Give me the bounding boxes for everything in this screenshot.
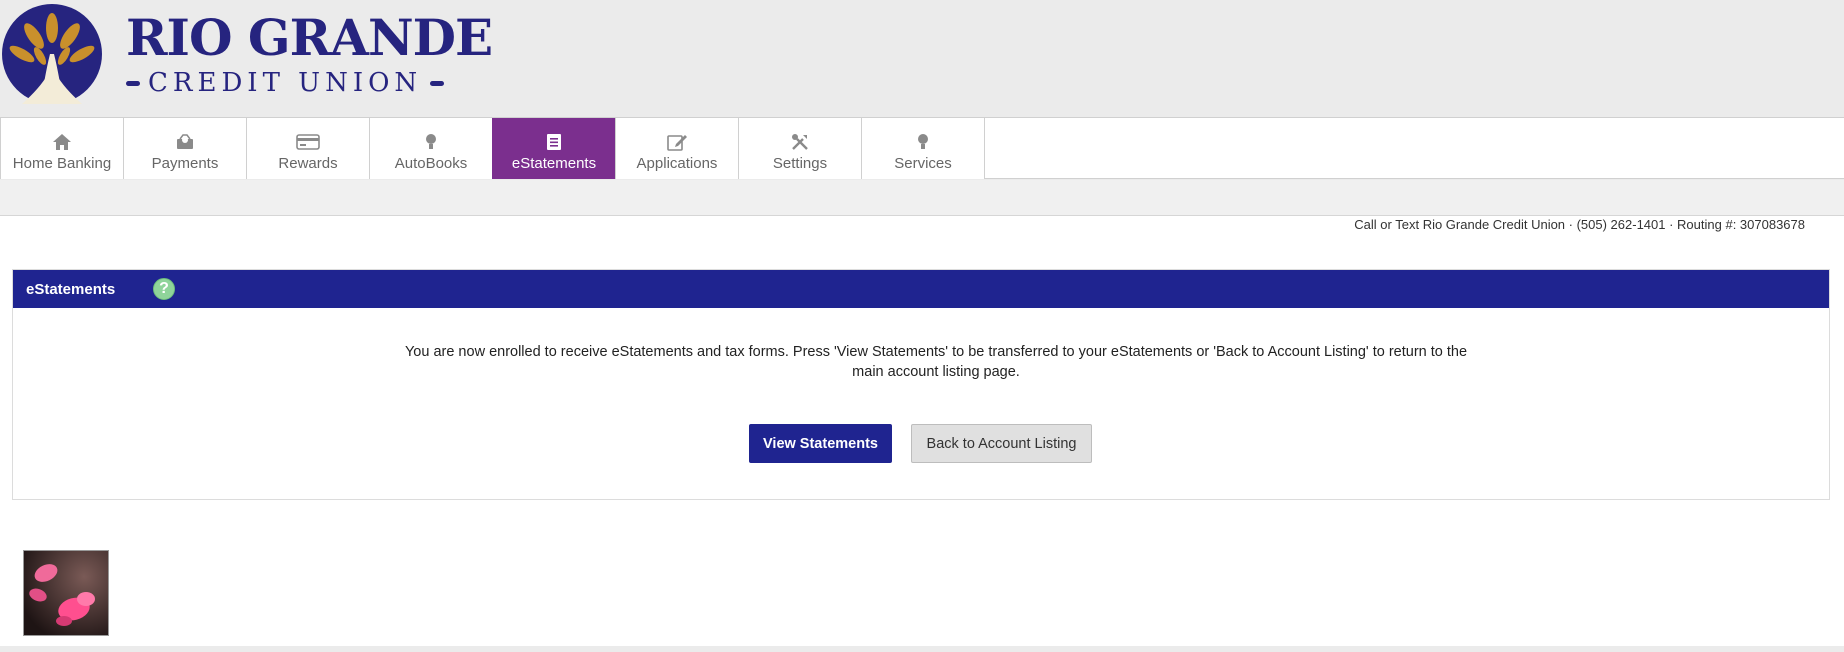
tab-home-banking[interactable]: Home Banking [0, 118, 124, 179]
edit-icon [666, 131, 688, 153]
back-to-account-listing-button[interactable]: Back to Account Listing [911, 424, 1092, 463]
rio-grande-logo[interactable]: RIO GRANDE CREDIT UNION [0, 4, 493, 104]
help-icon[interactable]: ? [153, 278, 175, 300]
enrollment-message: You are now enrolled to receive eStateme… [404, 344, 1468, 380]
tools-icon [791, 131, 809, 153]
flower-petals-icon [24, 551, 108, 635]
tab-applications[interactable]: Applications [615, 118, 739, 179]
estatements-panel: eStatements ? You are now enrolled to re… [12, 269, 1830, 500]
tab-label: Home Banking [12, 155, 112, 172]
tab-estatements[interactable]: eStatements [492, 118, 616, 179]
tab-label: eStatements [511, 155, 597, 172]
tab-rewards[interactable]: Rewards [246, 118, 370, 179]
tab-label: Payments [151, 155, 219, 172]
tab-label: AutoBooks [394, 155, 468, 172]
contact-info: Call or Text Rio Grande Credit Union · (… [1354, 217, 1805, 232]
tab-payments[interactable]: Payments [123, 118, 247, 179]
credit-card-icon [296, 131, 320, 153]
tab-label: Settings [772, 155, 828, 172]
panel-title: eStatements [26, 280, 116, 298]
header: RIO GRANDE CREDIT UNION [0, 0, 1844, 117]
payments-icon [175, 131, 195, 153]
tree-logo-icon [2, 4, 102, 104]
logo-name-top: RIO GRANDE [126, 8, 493, 67]
logo-dash-right [430, 80, 445, 86]
tab-autobooks[interactable]: AutoBooks [369, 118, 493, 179]
logo-dash-left [126, 80, 140, 86]
tab-label: Services [894, 155, 952, 172]
tab-settings[interactable]: Settings [738, 118, 862, 179]
sub-navigation-bar [0, 180, 1844, 216]
logo-name-bottom-text: CREDIT UNION [148, 68, 423, 98]
lightbulb-icon [916, 131, 930, 153]
main-content: Call or Text Rio Grande Credit Union · (… [0, 216, 1844, 646]
tab-services[interactable]: Services [861, 118, 985, 179]
lightbulb-icon [424, 131, 438, 153]
view-statements-button[interactable]: View Statements [749, 424, 892, 463]
home-icon [52, 131, 72, 153]
panel-header: eStatements ? [13, 270, 1829, 308]
tab-label: Rewards [278, 155, 338, 172]
main-nav: Home Banking Payments Rewards AutoBooks … [0, 117, 1844, 179]
logo-name-bottom: CREDIT UNION [126, 68, 466, 98]
document-icon [546, 131, 562, 153]
flower-petals-image[interactable] [23, 550, 109, 636]
tab-label: Applications [636, 155, 718, 172]
